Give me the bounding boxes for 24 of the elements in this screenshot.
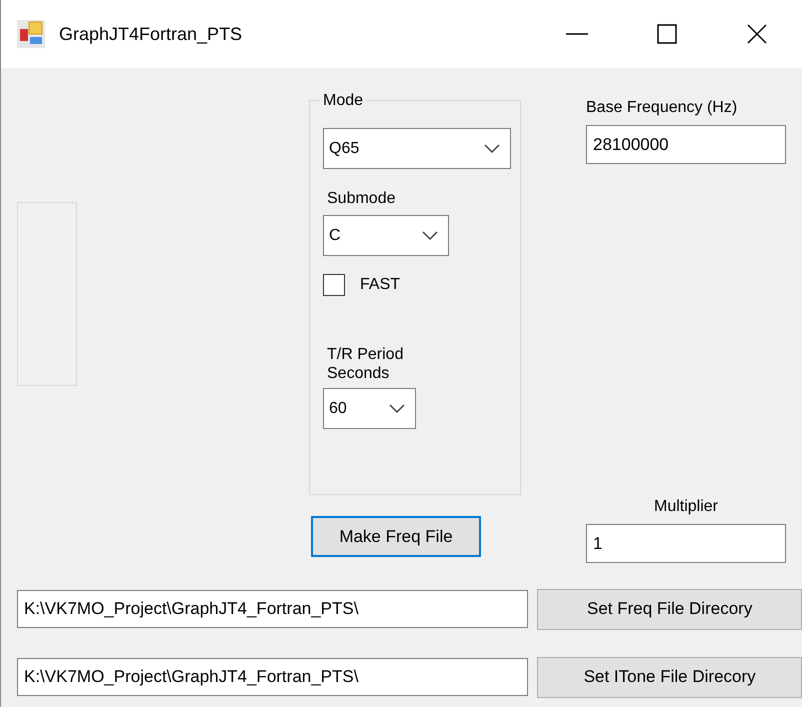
maximize-icon (657, 24, 677, 44)
close-icon (747, 24, 767, 44)
window-title: GraphJT4Fortran_PTS (59, 22, 242, 46)
mode-dropdown[interactable]: Q65 (323, 128, 511, 169)
multiplier-field[interactable]: 1 (586, 524, 786, 563)
chevron-icon (422, 230, 438, 240)
app-icon (17, 20, 45, 48)
fast-checkbox[interactable] (323, 274, 345, 296)
set-directory-button[interactable]: Set Freq File Direcory (537, 588, 802, 630)
period-label: T/R Period Seconds (327, 345, 404, 384)
fast-label: FAST (360, 275, 400, 295)
period-dropdown[interactable]: 60 (323, 388, 416, 430)
directory-path-field[interactable]: K:\VK7MO_Project\GraphJT4_Fortran_PTS\ (17, 658, 528, 696)
set-directory-button[interactable]: Set ITone File Direcory (537, 656, 802, 698)
submode-label: Submode (327, 190, 396, 207)
chevron-icon (484, 144, 500, 154)
multiplier-label: Multiplier (654, 497, 718, 517)
base-frequency-label: Base Frequency (Hz) (586, 99, 738, 116)
base-frequency-field[interactable]: 28100000 (586, 125, 786, 164)
minimize-icon (566, 33, 588, 35)
directory-path-field[interactable]: K:\VK7MO_Project\GraphJT4_Fortran_PTS\ (17, 590, 528, 628)
make-freq-file-button[interactable]: Make Freq File (311, 516, 481, 557)
chevron-icon (389, 404, 405, 414)
submode-dropdown[interactable]: C (323, 215, 449, 256)
